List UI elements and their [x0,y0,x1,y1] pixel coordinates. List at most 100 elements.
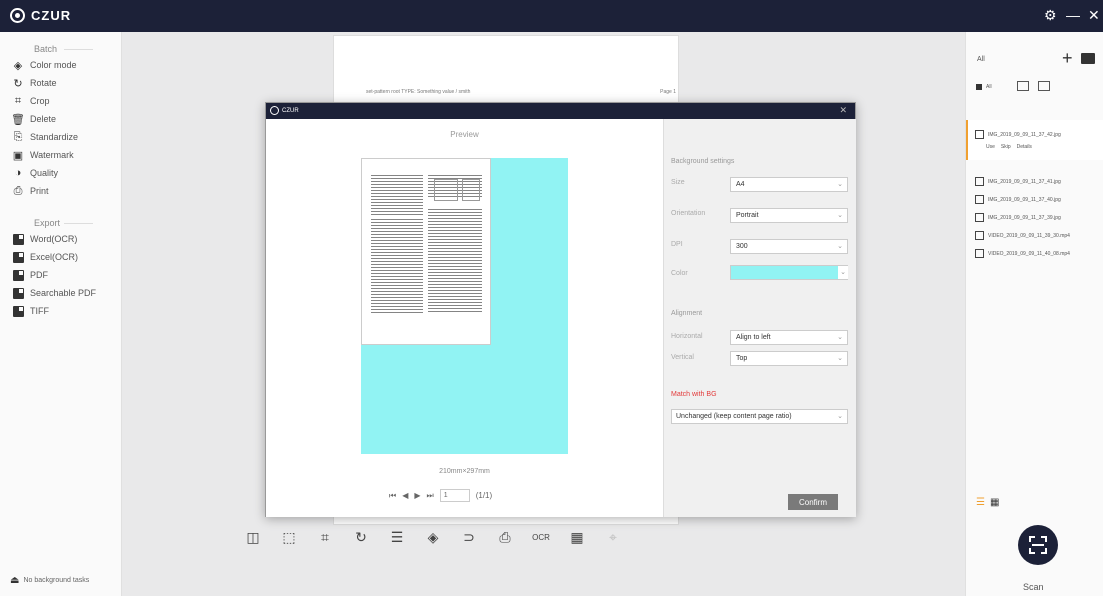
sidebar-item-excel[interactable]: Excel(OCR) [0,248,121,266]
scan-icon [1029,536,1047,554]
close-icon[interactable]: ✕ [839,105,847,116]
background-tasks-status[interactable]: ⏏ No background tasks [10,575,89,586]
sidebar-item-label: Word(OCR) [30,234,78,244]
grid-view-icon[interactable]: ▦ [990,497,999,508]
list-view-icon[interactable]: ☰ [976,497,985,508]
crop-tool-icon[interactable]: ⌗ [317,528,333,546]
sidebar-item-standardize[interactable]: ⎘ Standardize [0,128,121,146]
vertical-label: Vertical [671,354,694,361]
orientation-value: Portrait [736,212,759,219]
background-settings-dialog: CZUR ✕ Preview 210mm×297mm ⏮ ◀ ▶ ⏭ (1/1)… [265,102,856,517]
sidebar-item-quality[interactable]: ◑ Quality [0,164,121,182]
vertical-value: Top [736,355,748,362]
vertical-align-select[interactable]: Top ⌄ [730,351,848,366]
match-with-bg-select[interactable]: Unchanged (keep content page ratio) ⌄ [671,409,848,424]
sidebar-item-rotate[interactable]: ↻ Rotate [0,74,121,92]
sidebar-item-searchable-pdf[interactable]: Searchable PDF [0,284,121,302]
print-icon: ⎙ [13,184,23,197]
ocr-icon[interactable]: OCR [532,528,550,546]
file-name: IMG_2019_09_09_11_37_39.jpg [988,214,1061,221]
folder-icon[interactable] [1081,53,1095,64]
export-section-title: Export [0,218,121,228]
batch-section-title: Batch [0,44,121,54]
file-list-item[interactable]: IMG_2019_09_09_11_37_39.jpg [975,213,1061,222]
color-label: Color [671,270,688,277]
color-picker[interactable]: ⌄ [730,265,848,280]
document-text-left: set-pattern root TYPE: Something value /… [366,89,471,95]
prev-page-icon[interactable]: ◀ [402,491,408,500]
dialog-logo: CZUR [270,106,299,115]
use-action[interactable]: Use [986,144,995,150]
chevron-down-icon: ⌄ [838,266,848,279]
sidebar-item-word[interactable]: Word(OCR) [0,230,121,248]
sidebar-item-label: Searchable PDF [30,288,97,298]
file-panel: All + All IMG_2019_09_09_11_37_42.jpg Us… [965,32,1103,596]
file-list-item[interactable]: VIDEO_2019_09_09_11_39_30.mp4 [975,231,1070,240]
czur-logo-icon [270,106,279,115]
page-number-input[interactable] [439,489,470,502]
scan-button[interactable] [1018,525,1058,565]
first-page-icon[interactable]: ⏮ [389,491,396,501]
skip-action[interactable]: Skip [1001,144,1011,150]
chevron-down-icon: ⌄ [837,243,843,250]
file-list-item[interactable]: IMG_2019_09_09_11_37_40.jpg [975,195,1061,204]
sidebar-item-watermark[interactable]: ▣ Watermark [0,146,121,164]
color-tool-icon[interactable]: ◈ [425,528,441,546]
sidebar-item-print[interactable]: ⎙ Print [0,182,121,200]
match-value: Unchanged (keep content page ratio) [676,413,792,420]
sidebar-item-pdf[interactable]: PDF [0,266,121,284]
qr-code-icon[interactable]: ▦ [569,528,585,546]
color-mode-icon: ◈ [13,59,23,72]
sidebar-item-crop[interactable]: ⌗ Crop [0,92,121,110]
settings-gear-icon[interactable]: ⚙ [1044,7,1057,24]
horizontal-align-select[interactable]: Align to left ⌄ [730,330,848,345]
adjust-icon[interactable]: ☰ [389,528,405,546]
chevron-down-icon: ⌄ [837,355,843,362]
select-area-icon[interactable]: ⬚ [281,528,297,546]
upload-icon: ⏏ [10,575,20,586]
print-tool-icon[interactable]: ⎙ [497,528,513,546]
video-filter-icon[interactable] [1038,81,1050,91]
document-text-right: Page 1 [660,89,676,95]
dialog-title: CZUR [282,107,299,114]
selected-file-row[interactable]: IMG_2019_09_09_11_37_42.jpg Use Skip Det… [966,120,1103,160]
preview-page-thumbnail [361,158,491,345]
sidebar-item-label: Crop [30,96,50,106]
sidebar-item-delete[interactable]: 🗑 Delete [0,110,121,128]
image-file-icon [975,177,984,186]
orientation-select[interactable]: Portrait ⌄ [730,208,848,223]
chevron-down-icon: ⌄ [837,413,843,420]
details-action[interactable]: Details [1017,144,1032,150]
filter-all[interactable]: All [976,84,992,90]
rotate-tool-icon[interactable]: ↻ [353,528,369,546]
image-file-icon [975,213,984,222]
last-page-icon[interactable]: ⏭ [427,491,434,501]
page-total: (1/1) [475,491,493,500]
czur-logo-icon [10,8,25,23]
sidebar-item-tiff[interactable]: TIFF [0,302,121,320]
file-filter-header: All [977,56,985,63]
chevron-down-icon: ⌄ [837,181,843,188]
background-settings-head: Background settings [671,158,735,165]
size-select[interactable]: A4 ⌄ [730,177,848,192]
align-center-icon[interactable]: ⌖ [605,528,621,546]
searchable-pdf-icon [12,287,24,299]
undo-icon[interactable]: ⊃ [461,528,477,546]
confirm-button[interactable]: Confirm [788,494,838,510]
sidebar-item-label: PDF [30,270,48,280]
add-icon[interactable]: + [1062,48,1073,69]
close-icon[interactable]: ✕ [1088,7,1100,24]
image-filter-icon[interactable] [1017,81,1029,91]
sidebar-item-label: Color mode [30,60,77,70]
file-list-item[interactable]: IMG_2019_09_09_11_37_41.jpg [975,177,1061,186]
preview-title: Preview [450,130,479,139]
app-logo: CZUR [10,8,71,23]
minimize-icon[interactable]: — [1066,7,1080,23]
file-name: VIDEO_2019_09_09_11_39_30.mp4 [988,232,1070,239]
file-list-item[interactable]: VIDEO_2019_09_09_11_40_08.mp4 [975,249,1070,258]
sidebar-item-color-mode[interactable]: ◈ Color mode [0,56,121,74]
standardize-icon: ⎘ [13,130,23,143]
split-view-icon[interactable]: ◫ [245,528,261,546]
next-page-icon[interactable]: ▶ [414,491,420,500]
dpi-select[interactable]: 300 ⌄ [730,239,848,254]
